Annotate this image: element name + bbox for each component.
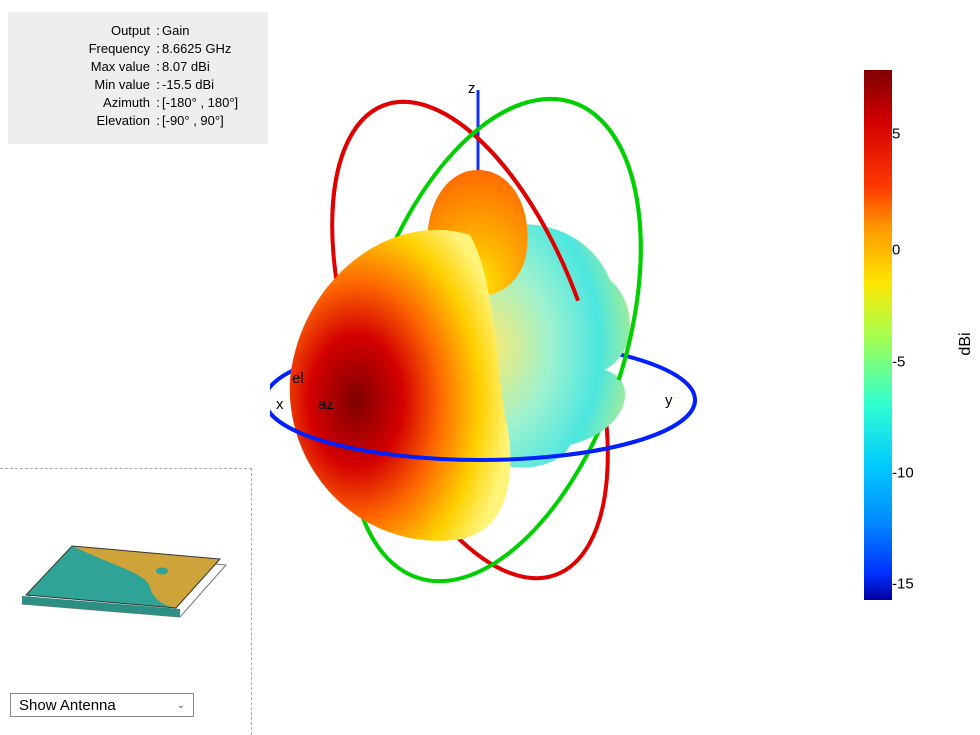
pattern-main-lobe: [290, 230, 511, 541]
colorbar-tick: -15: [892, 576, 932, 593]
info-row-output: Output : Gain: [20, 22, 256, 40]
axis-label-y: y: [665, 392, 673, 409]
antenna-thumbnail: [12, 509, 232, 629]
info-sep: :: [154, 58, 162, 76]
pattern-svg: [270, 50, 790, 650]
info-box: Output : Gain Frequency : 8.6625 GHz Max…: [8, 12, 268, 144]
show-antenna-select[interactable]: Show Antenna ⌄: [10, 693, 194, 717]
info-value: 8.6625 GHz: [162, 40, 256, 58]
info-value: 8.07 dBi: [162, 58, 256, 76]
info-value: [-180° , 180°]: [162, 94, 256, 112]
colorbar-tick: 5: [892, 125, 932, 142]
colorbar-tick: -5: [892, 353, 932, 370]
info-sep: :: [154, 40, 162, 58]
colorbar: [864, 70, 892, 600]
chevron-down-icon: ⌄: [177, 700, 185, 711]
info-label: Max value: [20, 58, 154, 76]
antenna-preview-panel: Show Antenna ⌄: [0, 468, 252, 735]
info-row-min: Min value : -15.5 dBi: [20, 76, 256, 94]
info-label: Elevation: [20, 112, 154, 130]
info-row-frequency: Frequency : 8.6625 GHz: [20, 40, 256, 58]
info-label: Min value: [20, 76, 154, 94]
info-row-elevation: Elevation : [-90° , 90°]: [20, 112, 256, 130]
colorbar-tick: 0: [892, 242, 932, 259]
axis-label-z: z: [468, 80, 476, 97]
info-sep: :: [154, 76, 162, 94]
info-row-max: Max value : 8.07 dBi: [20, 58, 256, 76]
info-value: Gain: [162, 22, 256, 40]
radiation-pattern-3d[interactable]: z y x el az: [270, 50, 790, 650]
info-sep: :: [154, 94, 162, 112]
info-label: Azimuth: [20, 94, 154, 112]
colorbar-gradient: [864, 70, 892, 600]
colorbar-tick: -10: [892, 464, 932, 481]
info-value: [-90° , 90°]: [162, 112, 256, 130]
info-sep: :: [154, 112, 162, 130]
axis-label-az: az: [318, 396, 334, 413]
info-row-azimuth: Azimuth : [-180° , 180°]: [20, 94, 256, 112]
antenna-thumb-svg: [12, 509, 232, 629]
axis-label-x: x: [276, 396, 284, 413]
axis-label-el: el: [292, 370, 304, 387]
colorbar-ticks: 5 0 -5 -10 -15: [892, 70, 932, 600]
select-value: Show Antenna: [19, 697, 116, 714]
info-sep: :: [154, 22, 162, 40]
info-value: -15.5 dBi: [162, 76, 256, 94]
info-label: Output: [20, 22, 154, 40]
colorbar-title: dBi: [957, 332, 975, 355]
info-label: Frequency: [20, 40, 154, 58]
